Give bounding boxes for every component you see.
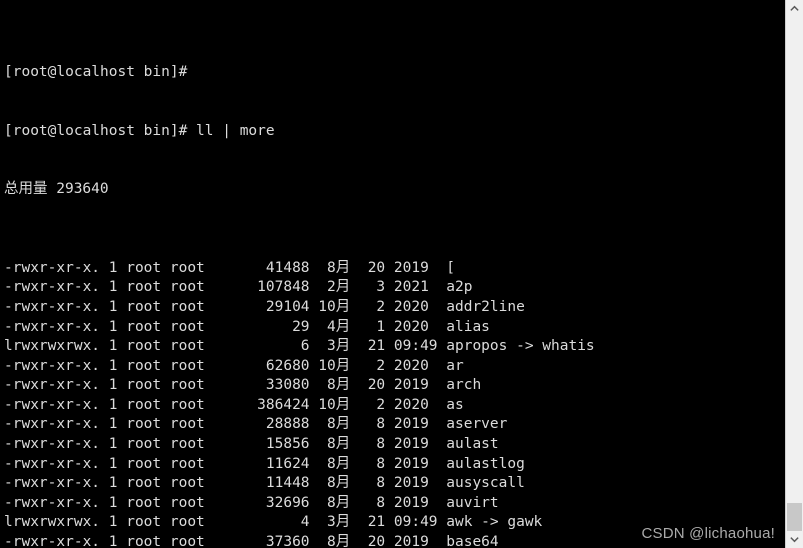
scroll-down-button[interactable]: [786, 531, 803, 548]
file-listing-row: -rwxr-xr-x. 1 root root 37360 8月 20 2019…: [4, 534, 499, 548]
file-listing: -rwxr-xr-x. 1 root root 41488 8月 20 2019…: [4, 259, 785, 548]
file-listing-row: -rwxr-xr-x. 1 root root 107848 2月 3 2021…: [4, 279, 473, 296]
file-listing-row: -rwxr-xr-x. 1 root root 11448 8月 8 2019 …: [4, 475, 525, 492]
file-listing-row: -rwxr-xr-x. 1 root root 62680 10月 2 2020…: [4, 357, 464, 374]
shell-prompt-line-1: [root@localhost bin]#: [4, 63, 188, 80]
file-listing-row: -rwxr-xr-x. 1 root root 15856 8月 8 2019 …: [4, 436, 499, 453]
terminal-content-area[interactable]: [root@localhost bin]# [root@localhost bi…: [0, 0, 785, 548]
file-listing-row: lrwxrwxrwx. 1 root root 4 3月 21 09:49 aw…: [4, 514, 543, 531]
shell-command-line: [root@localhost bin]# ll | more: [4, 122, 275, 139]
total-usage-line: 总用量 293640: [4, 181, 109, 198]
scrollbar-track[interactable]: [786, 17, 803, 531]
scroll-up-button[interactable]: [786, 0, 803, 17]
file-listing-row: -rwxr-xr-x. 1 root root 28888 8月 8 2019 …: [4, 416, 508, 433]
terminal-screen: [root@localhost bin]# [root@localhost bi…: [4, 4, 785, 548]
chevron-up-icon: [790, 5, 799, 11]
scrollbar-thumb[interactable]: [787, 503, 802, 531]
file-listing-row: -rwxr-xr-x. 1 root root 29 4月 1 2020 ali…: [4, 318, 490, 335]
file-listing-row: -rwxr-xr-x. 1 root root 386424 10月 2 202…: [4, 396, 464, 413]
file-listing-row: -rwxr-xr-x. 1 root root 41488 8月 20 2019…: [4, 259, 455, 276]
file-listing-row: -rwxr-xr-x. 1 root root 33080 8月 20 2019…: [4, 377, 482, 394]
file-listing-row: -rwxr-xr-x. 1 root root 29104 10月 2 2020…: [4, 298, 525, 315]
file-listing-row: -rwxr-xr-x. 1 root root 11624 8月 8 2019 …: [4, 455, 525, 472]
chevron-down-icon: [790, 537, 799, 543]
terminal-window: [root@localhost bin]# [root@localhost bi…: [0, 0, 803, 548]
file-listing-row: -rwxr-xr-x. 1 root root 32696 8月 8 2019 …: [4, 494, 499, 511]
vertical-scrollbar[interactable]: [785, 0, 803, 548]
file-listing-row: lrwxrwxrwx. 1 root root 6 3月 21 09:49 ap…: [4, 338, 595, 355]
